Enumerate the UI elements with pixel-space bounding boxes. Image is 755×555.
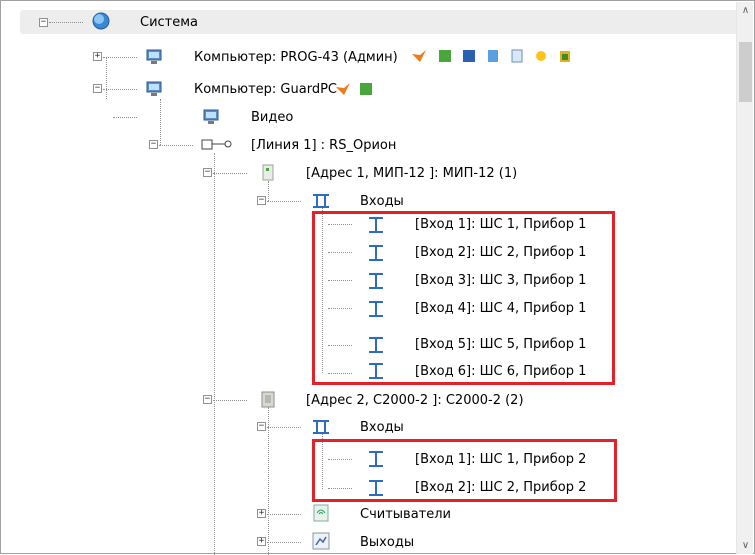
collapse-toggle[interactable]: − xyxy=(93,84,102,93)
reader-icon xyxy=(313,504,329,522)
sun-icon xyxy=(536,51,546,61)
node-label: Считыватели xyxy=(360,507,451,522)
computer-icon xyxy=(146,81,162,96)
database-icon xyxy=(488,50,498,62)
node-label: Входы xyxy=(360,194,404,209)
device-mip-icon xyxy=(262,164,274,181)
tree-connector xyxy=(267,514,301,515)
tree-connector xyxy=(103,57,137,58)
input-zone-icon xyxy=(369,363,383,379)
document-icon xyxy=(511,49,523,63)
tree-connector xyxy=(267,201,301,202)
arrow-icon xyxy=(336,83,350,95)
scroll-up-button[interactable]: ∧ xyxy=(737,2,754,19)
inputs-group-icon xyxy=(313,420,329,434)
collapse-toggle[interactable]: − xyxy=(257,422,266,431)
computer-icon xyxy=(203,109,219,124)
node-label: [Вход 6]: ШС 6, Прибор 1 xyxy=(415,364,587,379)
expand-toggle[interactable]: + xyxy=(257,537,266,546)
input-zone-icon xyxy=(369,480,383,496)
node-label: [Адрес 2, С2000-2 ]: С2000-2 (2) xyxy=(306,393,524,408)
node-label: [Вход 1]: ШС 1, Прибор 2 xyxy=(415,452,587,467)
node-label: Система xyxy=(140,15,199,30)
book-icon xyxy=(439,50,451,62)
tree-connector xyxy=(267,542,301,543)
device-c2000-icon xyxy=(261,391,275,408)
tree-connector xyxy=(268,181,269,201)
globe-icon xyxy=(92,12,110,30)
tree-connector xyxy=(214,153,215,555)
vertical-scrollbar[interactable]: ∧ ∨ xyxy=(736,2,753,554)
collapse-toggle[interactable]: − xyxy=(149,140,158,149)
input-zone-icon xyxy=(369,451,383,467)
scroll-down-button[interactable]: ∨ xyxy=(737,537,754,554)
bag-icon xyxy=(560,51,570,62)
node-label: [Вход 3]: ШС 3, Прибор 1 xyxy=(415,273,587,288)
tree-connector xyxy=(268,407,269,555)
line-connection-icon xyxy=(201,139,232,150)
node-label: Видео xyxy=(251,110,294,125)
arrow-icon xyxy=(412,50,426,62)
node-label: [Вход 2]: ШС 2, Прибор 2 xyxy=(415,480,587,495)
expand-toggle[interactable]: + xyxy=(257,509,266,518)
selected-row-background xyxy=(20,10,741,34)
node-label: [Линия 1] : RS_Орион xyxy=(251,138,397,153)
collapse-toggle[interactable]: − xyxy=(39,18,48,27)
tree-connector xyxy=(267,427,301,428)
input-zone-icon xyxy=(369,337,383,353)
server-icon xyxy=(463,50,475,62)
computer-icon xyxy=(146,49,162,64)
node-label: [Вход 5]: ШС 5, Прибор 1 xyxy=(415,337,587,352)
node-label: [Адрес 1, МИП-12 ]: МИП-12 (1) xyxy=(306,166,518,181)
input-zone-icon xyxy=(369,245,383,261)
node-label: Компьютер: GuardPC xyxy=(194,82,337,97)
node-label: Компьютер: PROG-43 (Админ) xyxy=(194,50,398,65)
node-label: [Вход 4]: ШС 4, Прибор 1 xyxy=(415,301,587,316)
tree-connector xyxy=(160,99,161,145)
tree-connector xyxy=(159,145,193,146)
book-icon xyxy=(360,83,372,95)
device-tree[interactable]: − Система + Компьютер: PROG-43 (Админ) − xyxy=(0,0,755,555)
node-label: Входы xyxy=(360,420,404,435)
tree-connector xyxy=(49,22,83,23)
node-label: Выходы xyxy=(360,535,415,550)
input-zone-icon xyxy=(369,273,383,289)
collapse-toggle[interactable]: − xyxy=(257,196,266,205)
node-label: [Вход 1]: ШС 1, Прибор 1 xyxy=(415,217,587,232)
highlight-box xyxy=(312,211,615,385)
tree-connector xyxy=(113,117,137,118)
input-zone-icon xyxy=(369,217,383,233)
node-label: [Вход 2]: ШС 2, Прибор 1 xyxy=(415,245,587,260)
inputs-group-icon xyxy=(313,194,329,208)
collapse-toggle[interactable]: − xyxy=(203,168,212,177)
tree-connector xyxy=(213,400,247,401)
tree-connector xyxy=(106,57,107,99)
input-zone-icon xyxy=(369,301,383,317)
scrollbar-thumb[interactable] xyxy=(739,42,752,102)
tree-connector xyxy=(213,173,247,174)
outputs-icon xyxy=(312,532,330,550)
expand-toggle[interactable]: + xyxy=(93,52,102,61)
tree-connector xyxy=(103,89,137,90)
collapse-toggle[interactable]: − xyxy=(203,395,212,404)
